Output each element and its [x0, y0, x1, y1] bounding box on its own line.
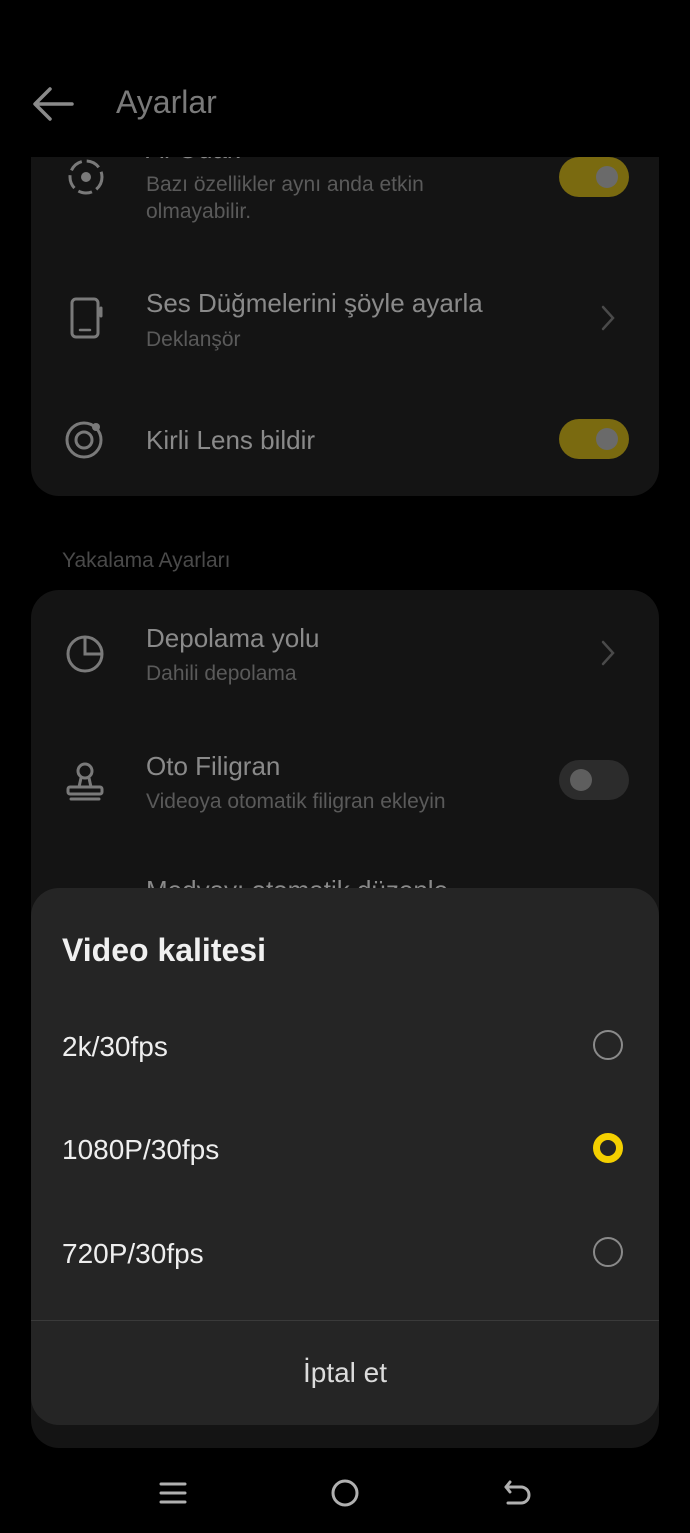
stamp-icon	[63, 759, 107, 803]
dialog-title: Video kalitesi	[62, 932, 266, 968]
back-nav-icon[interactable]	[500, 1476, 534, 1510]
toggle-auto-watermark[interactable]	[559, 760, 629, 800]
section-label-capture: Yakalama Ayarları	[62, 549, 231, 572]
page-title: Ayarlar	[116, 84, 217, 120]
setting-title-auto-watermark: Oto Filigran	[146, 751, 281, 781]
system-nav-bar	[0, 1460, 690, 1533]
home-icon[interactable]	[328, 1476, 362, 1510]
setting-subtitle-storage-path: Dahili depolama	[146, 662, 297, 685]
option-label: 1080P/30fps	[62, 1134, 220, 1165]
setting-title-dirty-lens: Kirli Lens bildir	[146, 425, 316, 455]
setting-subtitle-auto-watermark: Videoya otomatik filigran ekleyin	[146, 790, 446, 813]
phone-icon	[64, 296, 108, 340]
lens-icon	[62, 418, 106, 462]
option-label: 720P/30fps	[62, 1238, 204, 1269]
option-2k-30fps[interactable]: 2k/30fps	[31, 995, 659, 1095]
toggle-ai-focus[interactable]	[559, 157, 629, 197]
toggle-knob	[570, 769, 592, 791]
toggle-dirty-lens[interactable]	[559, 419, 629, 459]
toggle-knob	[596, 166, 618, 188]
pie-chart-icon	[63, 632, 107, 676]
option-1080p-30fps[interactable]: 1080P/30fps	[31, 1098, 659, 1198]
setting-subtitle-volume-buttons: Deklanşör	[146, 328, 241, 351]
app-header: Ayarlar	[0, 0, 690, 157]
back-arrow-icon[interactable]	[30, 84, 76, 124]
chevron-right-icon[interactable]	[598, 639, 618, 667]
setting-subtitle-ai-focus: Bazı özellikler aynı anda etkin olmayabi…	[146, 173, 424, 223]
radio-unselected-icon[interactable]	[593, 1030, 623, 1060]
chevron-right-icon[interactable]	[598, 304, 618, 332]
radio-selected-icon[interactable]	[593, 1133, 623, 1163]
focus-target-icon	[64, 155, 108, 199]
setting-title-storage-path[interactable]: Depolama yolu	[146, 623, 319, 654]
video-quality-dialog: Video kalitesi 2k/30fps 1080P/30fps 720P…	[31, 888, 659, 1425]
cancel-button[interactable]: İptal et	[31, 1321, 659, 1425]
setting-title-volume-buttons[interactable]: Ses Düğmelerini şöyle ayarla	[146, 288, 483, 319]
option-720p-30fps[interactable]: 720P/30fps	[31, 1202, 659, 1302]
toggle-knob	[596, 428, 618, 450]
radio-unselected-icon[interactable]	[593, 1237, 623, 1267]
menu-icon[interactable]	[156, 1476, 190, 1510]
option-label: 2k/30fps	[62, 1031, 168, 1062]
